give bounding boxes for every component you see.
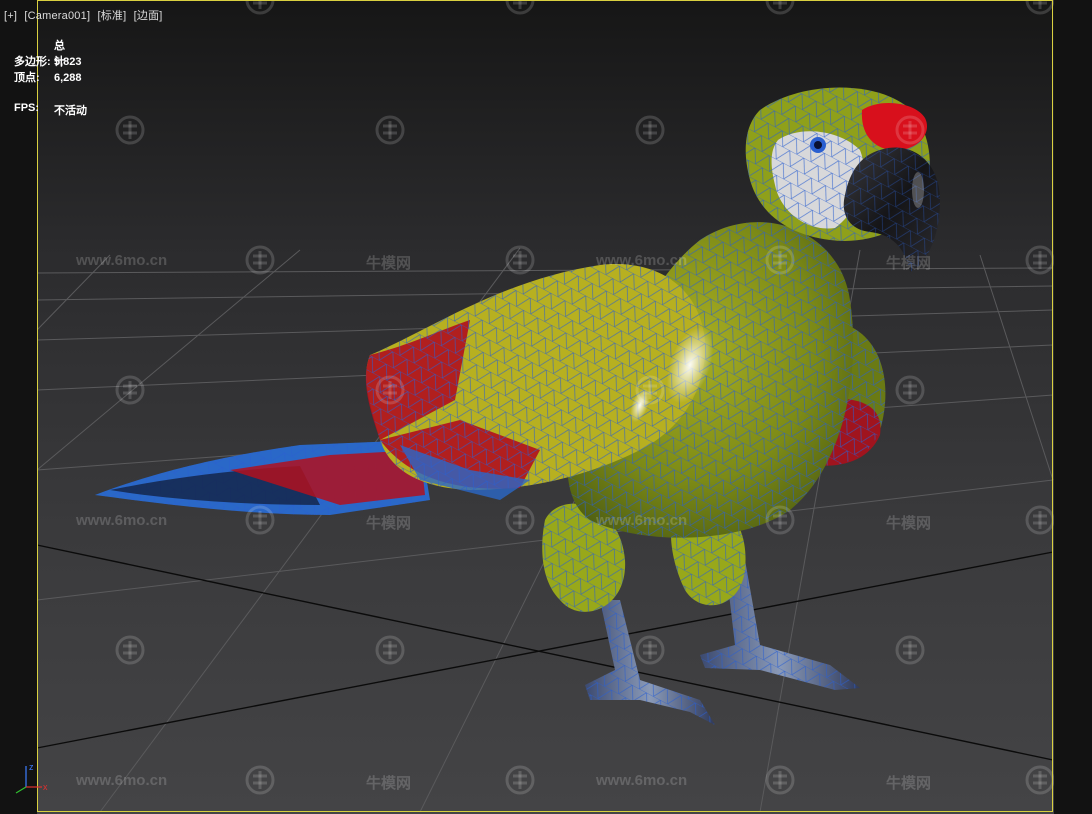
gizmo-x-label: x xyxy=(43,782,48,792)
viewport-camera-menu[interactable]: [Camera001] xyxy=(24,10,90,22)
watermark-site: www.6mo.cn xyxy=(596,252,688,269)
watermark-brand: 牛模网 xyxy=(886,515,932,532)
watermark-site: www.6mo.cn xyxy=(596,772,688,789)
viewport-shading-menu[interactable]: [标准] xyxy=(97,10,126,22)
watermark-brand: 牛模网 xyxy=(366,775,412,792)
viewport-general-menu[interactable]: [+] xyxy=(4,10,17,22)
polygon-count-label: 多边形: xyxy=(14,56,51,68)
watermark-brand: 牛模网 xyxy=(366,255,412,272)
fps-readout: FPS: 不活动 xyxy=(14,102,87,117)
vertex-count-value: 6,288 xyxy=(54,72,82,84)
watermark-brand: 牛模网 xyxy=(366,515,412,532)
watermark-site: www.6mo.cn xyxy=(76,252,168,269)
watermark-brand: 牛模网 xyxy=(886,775,932,792)
fps-label: FPS: xyxy=(14,102,40,114)
polygon-count-value: 5,823 xyxy=(54,56,82,68)
watermark-site: www.6mo.cn xyxy=(76,772,168,789)
right-panel-strip xyxy=(1054,0,1092,814)
watermark-site: www.6mo.cn xyxy=(596,512,688,529)
fps-value: 不活动 xyxy=(54,105,87,117)
ground-axes xyxy=(36,544,1054,761)
viewport-label-menu: [+] [Camera001] [标准] [边面] xyxy=(4,7,167,23)
left-panel-strip xyxy=(0,0,37,814)
gizmo-z-label: z xyxy=(29,762,34,772)
vertex-count-label: 顶点: xyxy=(14,72,40,84)
viewport-display-menu[interactable]: [边面] xyxy=(134,10,163,22)
camera-viewport[interactable]: www.6mo.cn www.6mo.cn www.6mo.cn www.6mo… xyxy=(0,0,1092,814)
viewport-scene[interactable] xyxy=(0,0,1092,814)
parrot-model xyxy=(95,87,940,725)
watermark-site: www.6mo.cn xyxy=(76,512,168,529)
watermark-brand: 牛模网 xyxy=(886,255,932,272)
axis-gizmo: z x xyxy=(15,762,48,794)
